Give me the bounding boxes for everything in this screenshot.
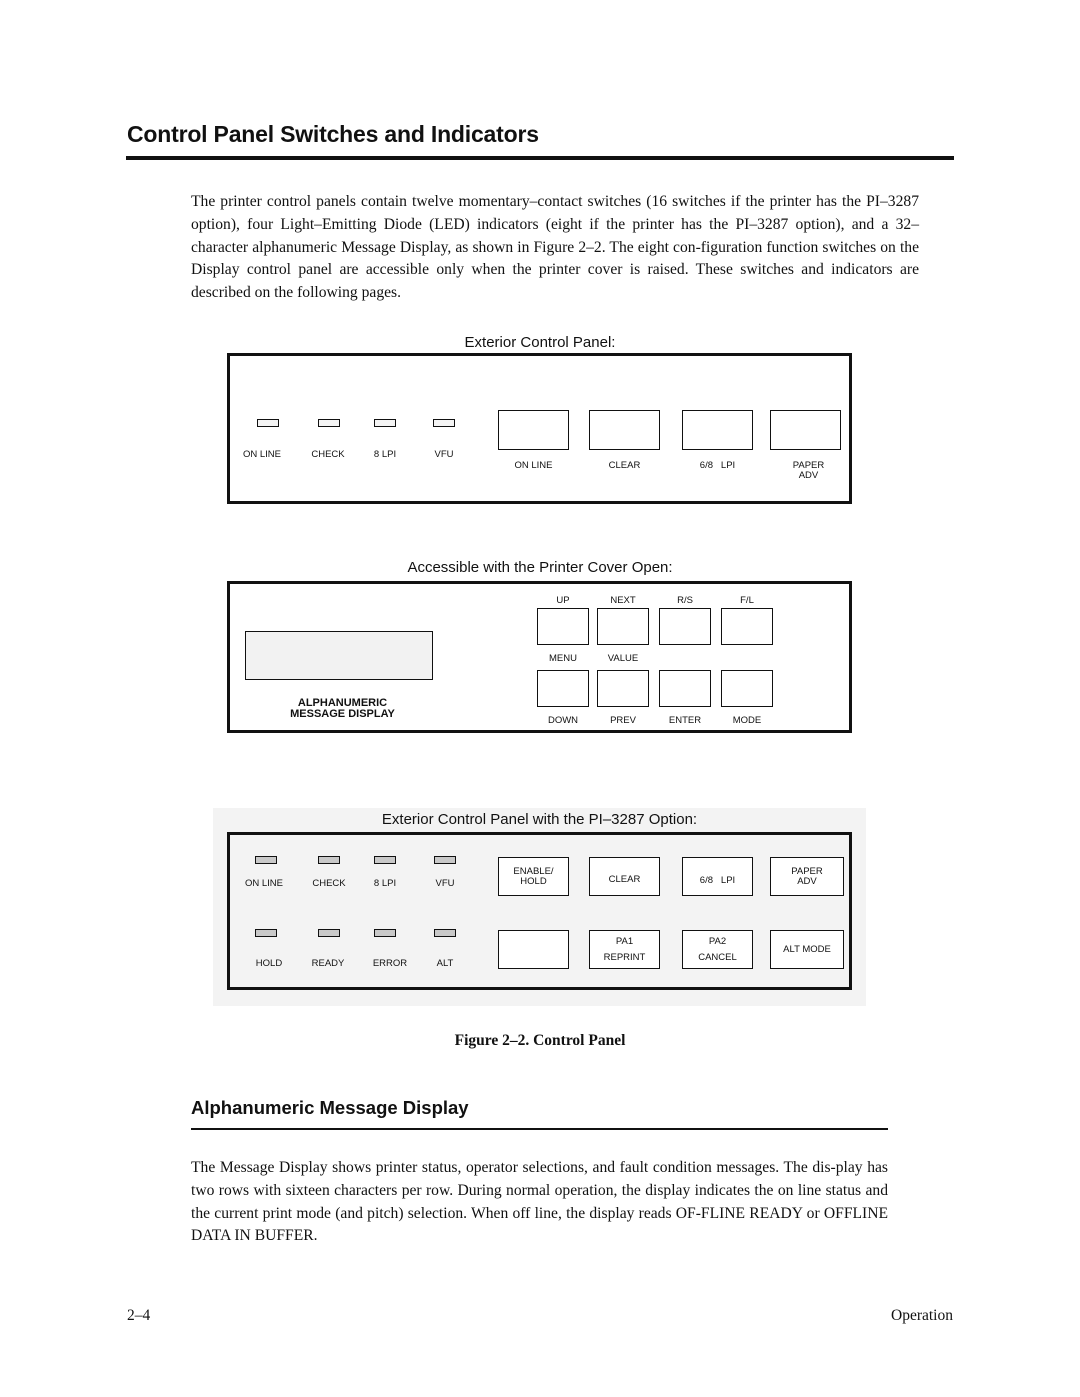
switch-label: CANCEL	[698, 951, 737, 963]
intro-paragraph: The printer control panels contain twelv…	[191, 193, 919, 302]
led-indicator	[255, 929, 277, 937]
led-label: ALT	[436, 958, 454, 969]
switch-label: HOLD	[520, 875, 547, 887]
switch-label: PA2	[708, 936, 727, 947]
switch-label: REPRINT	[603, 951, 646, 963]
led-label: CHECK	[312, 878, 346, 889]
led-indicator	[318, 419, 340, 427]
lpi-switch[interactable]	[682, 410, 753, 450]
panel2-caption: Accessible with the Printer Cover Open:	[407, 559, 673, 576]
led-label: VFU	[434, 449, 454, 460]
switch-label: CLEAR	[608, 873, 641, 885]
switch-label: CLEAR	[608, 460, 641, 471]
led-label: CHECK	[311, 449, 345, 460]
switch-label: 6/8 LPI	[699, 874, 736, 886]
led-indicator	[374, 419, 396, 427]
footer-section-name: Operation	[891, 1307, 953, 1324]
blank-switch[interactable]	[498, 930, 569, 969]
led-indicator	[318, 856, 340, 864]
up-switch[interactable]	[537, 608, 589, 645]
lpi-switch[interactable]: 6/8 LPI	[682, 857, 753, 896]
switch-label: NEXT	[610, 595, 636, 606]
rs-switch[interactable]	[659, 608, 711, 645]
section-title: Alphanumeric Message Display	[191, 1097, 469, 1118]
switch-label: ADV	[798, 470, 819, 481]
led-label: 8 LPI	[373, 878, 397, 889]
led-label: ERROR	[372, 958, 408, 969]
alt-mode-switch[interactable]: ALT MODE	[770, 930, 844, 969]
clear-switch[interactable]: CLEAR	[589, 857, 660, 896]
led-indicator	[374, 929, 396, 937]
panel3-caption: Exterior Control Panel with the PI–3287 …	[381, 811, 698, 828]
pa1-reprint-switch[interactable]: PA1 REPRINT	[589, 930, 660, 969]
clear-switch[interactable]	[589, 410, 660, 450]
led-label: ON LINE	[242, 449, 281, 460]
pi3287-control-panel: ON LINE CHECK 8 LPI VFU HOLD READY ERROR…	[227, 832, 852, 990]
paper-adv-switch[interactable]	[770, 410, 841, 450]
led-label: READY	[311, 958, 345, 969]
led-label: 8 LPI	[373, 449, 397, 460]
led-indicator	[434, 929, 456, 937]
led-label: ON LINE	[244, 878, 283, 889]
led-indicator	[433, 419, 455, 427]
cover-open-control-panel: ALPHANUMERIC MESSAGE DISPLAY UP NEXT R/S…	[227, 581, 852, 733]
pa2-cancel-switch[interactable]: PA2 CANCEL	[682, 930, 753, 969]
exterior-control-panel: ON LINE CHECK 8 LPI VFU ON LINE CLEAR 6/…	[227, 353, 852, 504]
led-indicator	[434, 856, 456, 864]
led-indicator	[374, 856, 396, 864]
section-paragraph: The Message Display shows printer status…	[191, 1159, 888, 1245]
prev-switch[interactable]	[597, 670, 649, 707]
title-rule	[126, 156, 954, 160]
enter-switch[interactable]	[659, 670, 711, 707]
online-switch[interactable]	[498, 410, 569, 450]
switch-label: DOWN	[547, 715, 579, 726]
section-rule	[191, 1128, 888, 1130]
alphanumeric-message-display	[245, 631, 433, 680]
led-indicator	[257, 419, 279, 427]
switch-label: MENU	[549, 653, 577, 664]
mode-switch[interactable]	[721, 670, 773, 707]
led-indicator	[255, 856, 277, 864]
led-indicator	[318, 929, 340, 937]
switch-label: UP	[556, 595, 570, 606]
switch-label: ALT MODE	[783, 943, 831, 955]
switch-label: R/S	[677, 595, 693, 606]
switch-label: 6/8 LPI	[699, 460, 736, 471]
next-switch[interactable]	[597, 608, 649, 645]
switch-label: PA1	[615, 936, 634, 947]
switch-label: ENTER	[668, 715, 702, 726]
switch-label: ON LINE	[514, 460, 553, 471]
page-title: Control Panel Switches and Indicators	[127, 121, 539, 147]
down-switch[interactable]	[537, 670, 589, 707]
page-number: 2–4	[127, 1307, 151, 1324]
switch-label: ADV	[797, 875, 817, 887]
switch-label: VALUE	[607, 653, 639, 664]
panel1-caption: Exterior Control Panel:	[464, 334, 616, 351]
fl-switch[interactable]	[721, 608, 773, 645]
paper-adv-switch[interactable]: PAPER ADV	[770, 857, 844, 896]
switch-label: MODE	[732, 715, 762, 726]
display-label-line2: MESSAGE DISPLAY	[290, 708, 395, 720]
enable-hold-switch[interactable]: ENABLE/ HOLD	[498, 857, 569, 896]
switch-label: PREV	[610, 715, 636, 726]
figure-caption: Figure 2–2. Control Panel	[454, 1032, 626, 1049]
message-display-label: ALPHANUMERIC MESSAGE DISPLAY	[230, 698, 455, 720]
led-label: HOLD	[255, 958, 283, 969]
led-label: VFU	[435, 878, 455, 889]
switch-label: F/L	[740, 595, 754, 606]
